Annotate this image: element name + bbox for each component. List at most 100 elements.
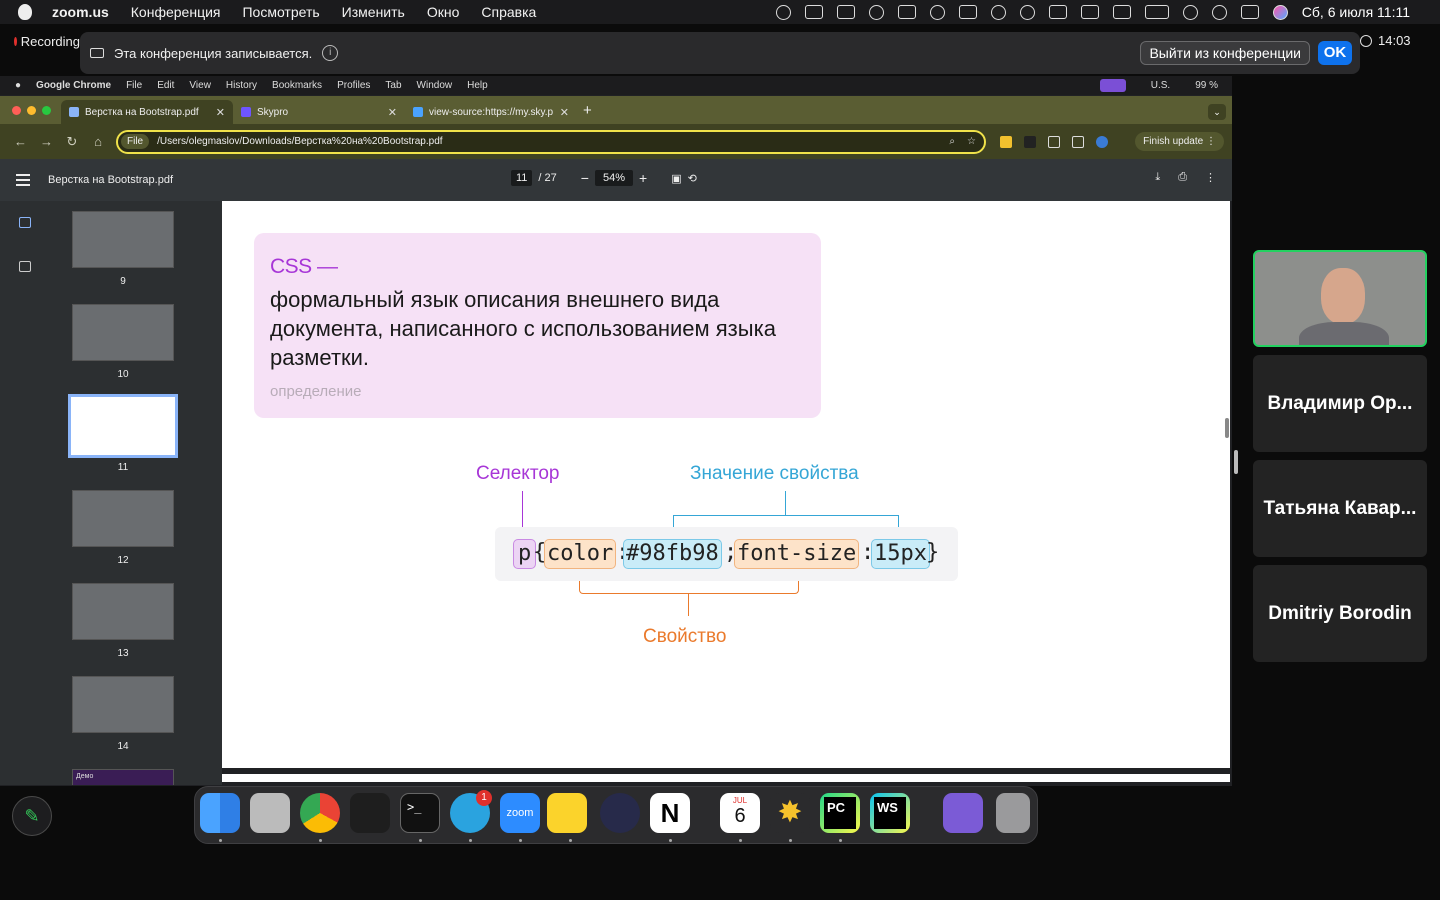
close-tab-icon[interactable]: ✕ bbox=[388, 106, 397, 119]
menu-item-conference[interactable]: Конференция bbox=[131, 4, 221, 20]
pdf-actions: ⤓ ⎙ ⋮ bbox=[1155, 171, 1216, 184]
finder-icon[interactable] bbox=[200, 793, 240, 833]
page-thumbnail[interactable] bbox=[72, 490, 174, 547]
menu-item-window[interactable]: Окно bbox=[427, 4, 460, 20]
notion-icon[interactable]: N bbox=[650, 793, 690, 833]
headphones-icon[interactable] bbox=[1048, 5, 1067, 19]
page-thumbnail-selected[interactable] bbox=[68, 394, 178, 458]
page-thumbnail[interactable] bbox=[72, 304, 174, 361]
menu-item-edit[interactable]: Изменить bbox=[342, 4, 405, 20]
clock[interactable]: Сб, 6 июля 11:11 bbox=[1302, 4, 1410, 20]
battery-icon[interactable] bbox=[1144, 5, 1169, 19]
extension-icon[interactable] bbox=[1000, 135, 1012, 148]
menu-icon[interactable] bbox=[16, 174, 30, 186]
pdf-scrollbar[interactable] bbox=[1225, 418, 1229, 438]
tab-pdf[interactable]: Верстка на Bootstrap.pdf ✕ bbox=[61, 100, 233, 124]
profile-icon[interactable] bbox=[1096, 135, 1108, 148]
leaf-status-icon[interactable] bbox=[836, 5, 855, 19]
maximize-window-icon[interactable] bbox=[42, 106, 51, 115]
media-icon[interactable] bbox=[1072, 135, 1084, 148]
outline-icon[interactable] bbox=[19, 261, 31, 272]
close-window-icon[interactable] bbox=[12, 106, 21, 115]
address-bar[interactable]: File /Users/olegmaslov/Downloads/Верстка… bbox=[116, 129, 986, 154]
time-machine-icon[interactable] bbox=[929, 4, 945, 20]
miro-icon[interactable] bbox=[547, 793, 587, 833]
downloads-folder-icon[interactable] bbox=[943, 793, 983, 833]
page-thumbnail[interactable]: Демо bbox=[72, 769, 174, 785]
menu-app-name[interactable]: zoom.us bbox=[52, 4, 109, 20]
webstorm-icon[interactable]: WS bbox=[870, 793, 910, 833]
bluetooth-icon[interactable] bbox=[1112, 5, 1131, 19]
tab-search-icon[interactable]: ⌄ bbox=[1208, 104, 1226, 120]
new-tab-icon[interactable]: + bbox=[583, 102, 592, 119]
trash-icon[interactable] bbox=[996, 793, 1030, 833]
omnibox-icons: ⌕ ☆ bbox=[949, 136, 976, 147]
siri-icon[interactable] bbox=[1272, 4, 1288, 20]
pdf-toolbar: Верстка на Bootstrap.pdf 11 / 27 − 54% +… bbox=[0, 159, 1232, 201]
participant-tile[interactable]: Владимир Ор... bbox=[1253, 355, 1427, 452]
zoom-in-icon[interactable]: + bbox=[639, 170, 647, 186]
print-icon[interactable]: ⎙ bbox=[1178, 171, 1187, 184]
participant-video[interactable] bbox=[1253, 250, 1427, 347]
tab-skypro[interactable]: Skypro ✕ bbox=[233, 100, 405, 124]
close-tab-icon[interactable]: ✕ bbox=[560, 106, 569, 119]
participant-tile[interactable]: Dmitriy Borodin bbox=[1253, 565, 1427, 662]
terminal-icon[interactable]: >_ bbox=[400, 793, 440, 833]
ok-button[interactable]: OK bbox=[1318, 41, 1352, 65]
tab-view-source[interactable]: view-source:https://my.sky.p ✕ bbox=[405, 100, 577, 124]
play-status-icon[interactable] bbox=[990, 4, 1006, 20]
site-info-chip[interactable]: File bbox=[121, 134, 150, 149]
back-icon[interactable]: ← bbox=[14, 134, 27, 149]
page-thumbnail[interactable] bbox=[72, 676, 174, 733]
airplay-status-icon[interactable] bbox=[1019, 4, 1035, 20]
reload-icon[interactable]: ↻ bbox=[66, 134, 78, 150]
home-icon[interactable]: ⌂ bbox=[92, 134, 104, 149]
zoom-level-input[interactable]: 54% bbox=[594, 170, 633, 186]
page-thumbnail[interactable] bbox=[72, 211, 174, 268]
puzzle-icon[interactable] bbox=[1048, 135, 1060, 148]
obs-icon[interactable] bbox=[600, 793, 640, 833]
zoom-icon[interactable]: zoom bbox=[500, 793, 540, 833]
bookmark-star-icon[interactable]: ☆ bbox=[967, 136, 976, 147]
calendar-status-icon[interactable] bbox=[804, 5, 823, 19]
participant-tile[interactable]: Татьяна Кавар... bbox=[1253, 460, 1427, 557]
chrome-icon[interactable] bbox=[300, 793, 340, 833]
page-thumbnail[interactable] bbox=[72, 583, 174, 640]
chrome-toolbar: ← → ↻ ⌂ File /Users/olegmaslov/Downloads… bbox=[0, 124, 1232, 159]
spark-icon[interactable]: ✸ bbox=[770, 793, 810, 833]
apple-icon[interactable] bbox=[18, 4, 32, 20]
wifi-icon[interactable] bbox=[1182, 4, 1198, 20]
annotate-pen-icon[interactable]: ✎ bbox=[12, 796, 52, 836]
zoom-status-icon[interactable] bbox=[775, 4, 791, 20]
search-icon[interactable] bbox=[1211, 4, 1227, 20]
forward-icon[interactable]: → bbox=[40, 134, 53, 149]
calendar-icon[interactable]: JUL 6 bbox=[720, 793, 760, 833]
more-options-icon[interactable]: ⋮ bbox=[1205, 171, 1216, 184]
panel-resize-handle[interactable] bbox=[1234, 450, 1238, 474]
thumbnails-icon[interactable] bbox=[19, 217, 31, 228]
close-tab-icon[interactable]: ✕ bbox=[216, 106, 225, 119]
control-center-icon[interactable] bbox=[1240, 5, 1259, 19]
launchpad-icon[interactable] bbox=[250, 793, 290, 833]
zoom-out-icon[interactable]: − bbox=[581, 170, 589, 186]
sync-status-icon[interactable] bbox=[868, 4, 884, 20]
finish-update-button[interactable]: Finish update ⋮ bbox=[1135, 132, 1224, 151]
zoom-lens-icon[interactable]: ⌕ bbox=[949, 136, 955, 147]
download-icon[interactable]: ⤓ bbox=[1155, 171, 1160, 184]
pycharm-icon[interactable]: PC bbox=[820, 793, 860, 833]
fit-page-icon[interactable]: ▣ bbox=[671, 172, 681, 185]
figma-icon[interactable] bbox=[350, 793, 390, 833]
page-number-input[interactable]: 11 bbox=[511, 170, 533, 186]
shield-status-icon[interactable] bbox=[897, 5, 916, 19]
extension-icon[interactable] bbox=[1024, 135, 1036, 148]
window-status-icon[interactable] bbox=[958, 5, 977, 19]
menu-item-view[interactable]: Посмотреть bbox=[242, 4, 319, 20]
address-url[interactable]: /Users/olegmaslov/Downloads/Верстка%20на… bbox=[157, 136, 442, 147]
info-icon[interactable]: i bbox=[322, 45, 339, 61]
input-source-icon[interactable] bbox=[1080, 5, 1099, 19]
rotate-icon[interactable]: ⟲ bbox=[688, 172, 697, 185]
minimize-window-icon[interactable] bbox=[27, 106, 36, 115]
leave-meeting-button[interactable]: Выйти из конференции bbox=[1140, 41, 1310, 65]
running-indicator bbox=[219, 839, 222, 842]
menu-item-help[interactable]: Справка bbox=[481, 4, 536, 20]
